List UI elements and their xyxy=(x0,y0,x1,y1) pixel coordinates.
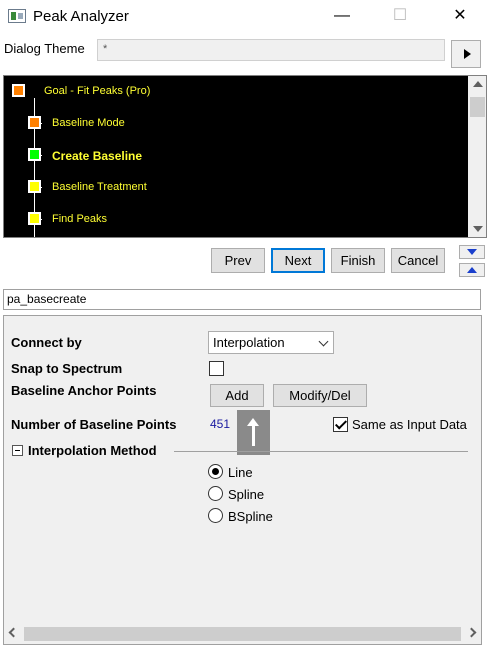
tree-node-icon xyxy=(28,116,41,129)
radio-line[interactable] xyxy=(208,464,223,479)
finish-button[interactable]: Finish xyxy=(331,248,385,273)
connect-by-value: Interpolation xyxy=(213,335,285,350)
same-as-input-checkbox[interactable] xyxy=(333,417,348,432)
collapse-icon[interactable] xyxy=(12,445,23,456)
add-button[interactable]: Add xyxy=(210,384,264,407)
cancel-button[interactable]: Cancel xyxy=(391,248,445,273)
tree-node-icon xyxy=(28,148,41,161)
tree-scrollbar[interactable] xyxy=(468,76,486,237)
tree-node-icon xyxy=(12,84,25,97)
arrow-up-icon[interactable] xyxy=(237,410,270,455)
radio-spline-label: Spline xyxy=(228,487,265,502)
tree-item-goal[interactable]: Goal - Fit Peaks (Pro) xyxy=(44,85,150,97)
radio-line-label: Line xyxy=(228,465,253,480)
maximize-button[interactable]: ☐ xyxy=(377,0,423,32)
snap-to-spectrum-checkbox[interactable] xyxy=(209,361,224,376)
tree-item-baseline-treatment[interactable]: Baseline Treatment xyxy=(52,181,147,193)
number-of-baseline-points-label: Number of Baseline Points xyxy=(11,417,177,432)
snap-to-spectrum-label: Snap to Spectrum xyxy=(11,361,123,376)
tree-node-icon xyxy=(28,212,41,225)
connect-by-dropdown[interactable]: Interpolation xyxy=(208,331,334,354)
chevron-down-icon[interactable] xyxy=(459,245,485,259)
theme-menu-button[interactable] xyxy=(451,40,481,68)
tree-item-find-peaks[interactable]: Find Peaks xyxy=(52,213,107,225)
page-name-field: pa_basecreate xyxy=(3,289,481,310)
window-title: Peak Analyzer xyxy=(33,8,129,25)
radio-bspline-label: BSpline xyxy=(228,509,273,524)
radio-spline[interactable] xyxy=(208,486,223,501)
same-as-input-label: Same as Input Data xyxy=(352,417,467,432)
title-bar: Peak Analyzer — ☐ ✕ xyxy=(0,0,490,34)
baseline-points-count: 451 xyxy=(210,417,231,431)
scroll-up-icon[interactable] xyxy=(473,81,483,87)
scroll-left-icon[interactable] xyxy=(8,627,19,638)
app-icon xyxy=(8,9,26,23)
goal-tree: Goal - Fit Peaks (Pro) Baseline Mode Cre… xyxy=(3,75,487,238)
dialog-theme-label: Dialog Theme xyxy=(4,41,85,56)
minimize-button[interactable]: — xyxy=(319,0,365,32)
dialog-theme-field[interactable]: * xyxy=(97,39,445,61)
modify-del-button[interactable]: Modify/Del xyxy=(273,384,367,407)
next-button[interactable]: Next xyxy=(271,248,325,273)
tree-node-icon xyxy=(28,180,41,193)
horizontal-scrollbar[interactable] xyxy=(4,625,481,643)
prev-button[interactable]: Prev xyxy=(211,248,265,273)
scroll-down-icon[interactable] xyxy=(473,226,483,232)
connect-by-label: Connect by xyxy=(11,335,82,350)
chevron-up-icon[interactable] xyxy=(459,263,485,277)
scroll-right-icon[interactable] xyxy=(466,627,477,638)
interpolation-method-label: Interpolation Method xyxy=(28,443,157,458)
close-button[interactable]: ✕ xyxy=(437,0,483,32)
baseline-anchor-points-label: Baseline Anchor Points xyxy=(11,383,157,398)
tree-item-create-baseline[interactable]: Create Baseline xyxy=(52,149,142,163)
group-divider xyxy=(174,451,468,452)
scroll-thumb[interactable] xyxy=(470,97,485,117)
radio-bspline[interactable] xyxy=(208,508,223,523)
chevron-down-icon xyxy=(318,336,329,347)
scroll-thumb[interactable] xyxy=(24,627,461,641)
tree-item-baseline-mode[interactable]: Baseline Mode xyxy=(52,117,125,129)
